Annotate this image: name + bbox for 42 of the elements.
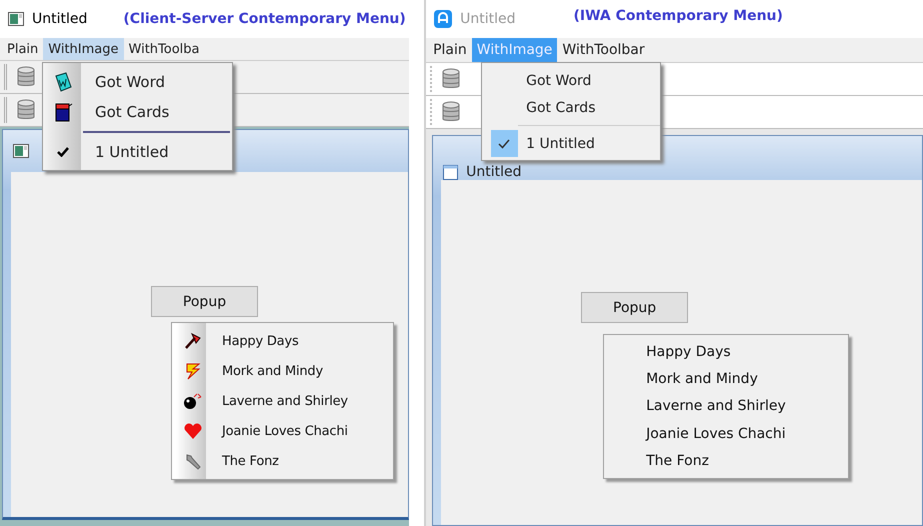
dropdown-item[interactable]: Got Word [43,67,232,97]
dropdown-item[interactable]: 1 Untitled [43,137,232,167]
popup-menu-item[interactable]: The Fonz [604,448,848,475]
child-window-title: Untitled [466,164,522,180]
popup-menu-item[interactable]: The Fonz [172,446,393,476]
caption-label: (Client-Server Contemporary Menu) [123,11,406,27]
book-icon [54,72,72,92]
popup-menu-item[interactable]: Happy Days [604,338,848,366]
popup-menu-item[interactable]: Joanie Loves Chachi [604,420,848,448]
menu-item[interactable]: Plain [2,38,44,60]
popup-menu-item[interactable]: Joanie Loves Chachi [172,416,393,446]
dropdown-item[interactable]: 1 Untitled [482,130,660,157]
database-icon [442,68,460,90]
database-icon [17,99,35,121]
window-title: Untitled [32,11,88,27]
menu-item[interactable]: WithToolbar [557,38,650,62]
caption-label: (IWA Contemporary Menu) [573,8,783,24]
dropdown-item[interactable]: Got Cards [482,94,660,121]
window-title: Untitled [460,11,516,27]
menu-item[interactable]: WithImage [43,38,124,60]
popup-menu-item[interactable]: Laverne and Shirley [604,392,848,420]
database-icon [442,101,460,123]
window-icon [13,144,29,158]
check-icon [57,147,69,157]
app-icon [434,10,452,28]
database-icon [17,66,35,88]
lightning-icon [184,362,202,380]
popup-menu-item[interactable]: Mork and Mindy [604,365,848,393]
check-icon [498,138,510,148]
bomb-icon [183,392,203,410]
window-icon [443,165,458,180]
menu-item[interactable]: Plain [428,38,472,62]
popup-button[interactable]: Popup [581,292,688,323]
menu-item[interactable]: WithToolba [124,38,205,60]
popup-menu-item[interactable]: Laverne and Shirley [172,386,393,416]
dropdown-item[interactable]: Got Word [482,67,660,94]
dropdown-item[interactable]: Got Cards [43,97,232,127]
popup-menu-item[interactable]: Mork and Mindy [172,356,393,386]
window-icon [8,12,24,26]
heart-icon [184,422,202,440]
popup-menu-item[interactable]: Happy Days [172,326,393,356]
popup-button[interactable]: Popup [151,286,258,317]
